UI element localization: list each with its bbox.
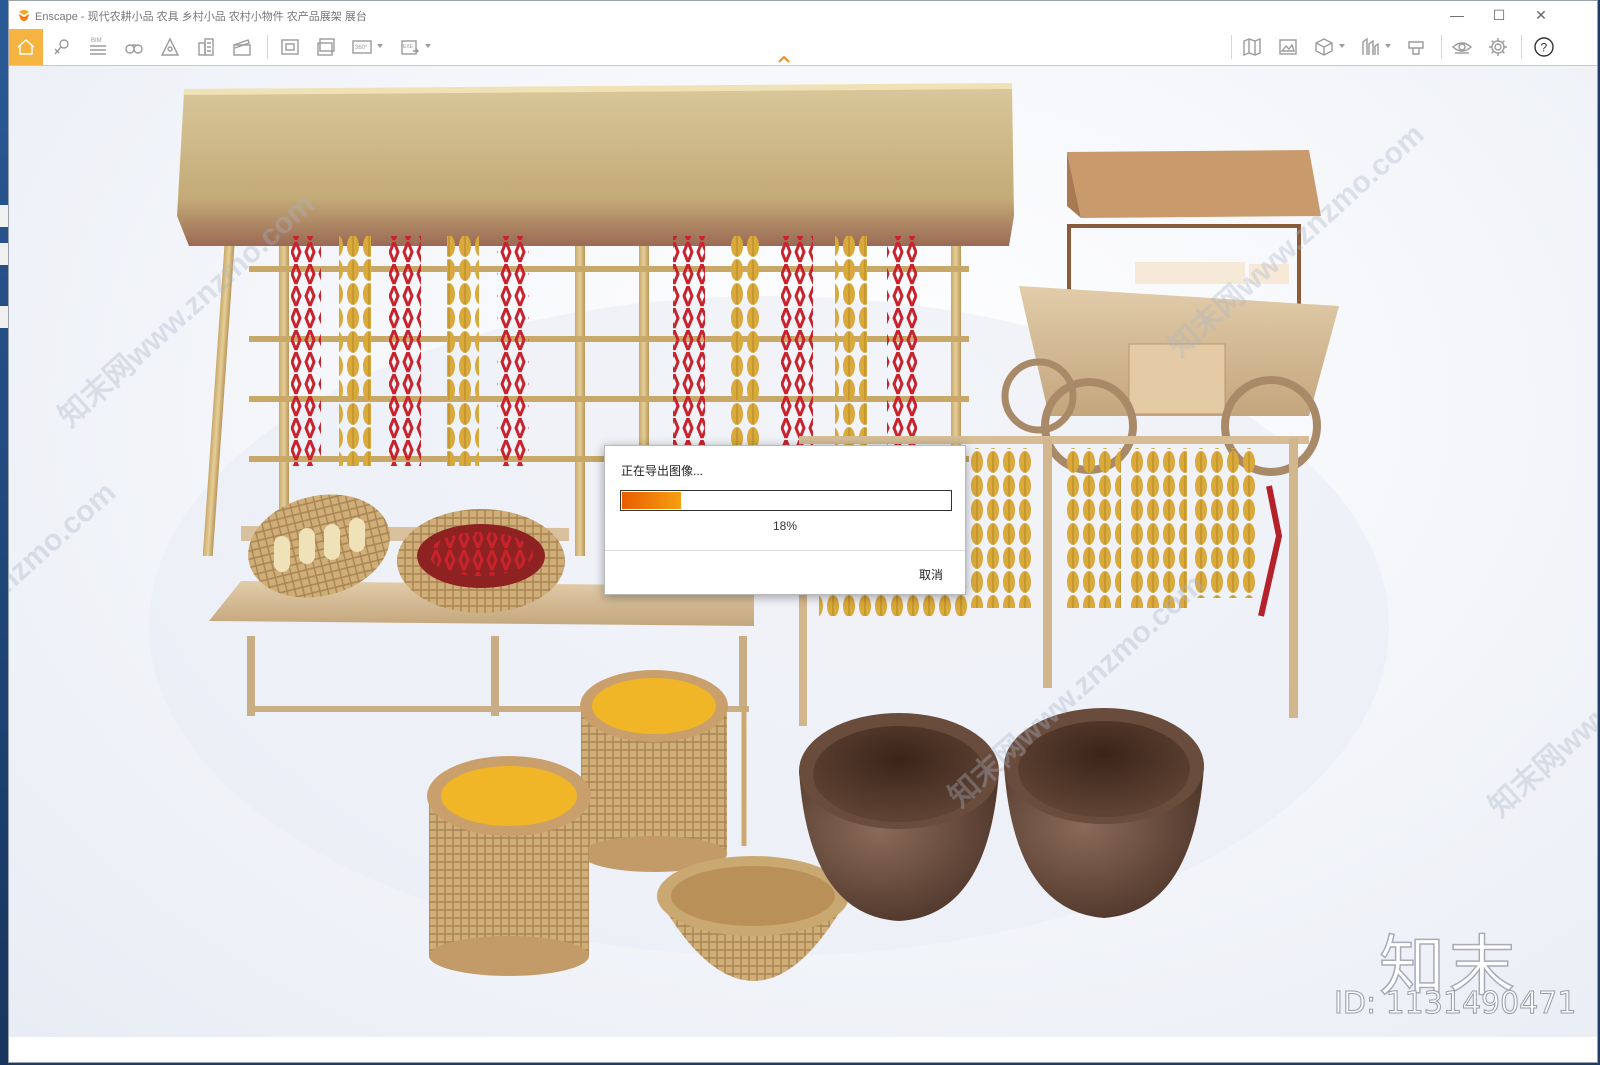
toolbar-separator [267,35,268,59]
batch-render-button[interactable] [309,29,343,65]
orange-basket-back [580,670,728,872]
svg-text:360°: 360° [355,45,368,51]
dialog-divider [605,550,965,551]
views-button[interactable] [1307,29,1345,65]
desktop-chip [0,306,8,328]
minimize-button[interactable]: — [1437,1,1477,29]
progress-bar [620,490,952,511]
panorama-360-icon: 360° [352,40,372,54]
clapper-icon [233,39,251,56]
maximize-button[interactable]: ☐ [1479,1,1519,29]
main-toolbar: BIM 360° EXE ? [9,29,1597,66]
toolbar-collapse-toggle[interactable] [777,51,791,63]
help-button[interactable]: ? [1527,29,1561,65]
settings-icon [1489,38,1507,56]
sync-views-button[interactable] [45,29,79,65]
desktop-chip [0,205,8,227]
batch-render-icon [317,38,335,56]
gallery-button[interactable] [1271,29,1305,65]
video-editor-button[interactable] [225,29,259,65]
asset-library-icon [1362,37,1379,55]
buildings-icon [198,38,214,56]
toolbar-separator [1441,35,1442,59]
chevron-down-icon [377,44,383,48]
home-icon [17,39,35,55]
dialog-title: 正在导出图像... [621,464,704,478]
export-exe-button[interactable]: EXE [393,29,431,65]
perspective-icon [160,37,180,56]
chevron-down-icon [1385,44,1391,48]
export-progress-dialog: 正在导出图像... 18% 取消 [604,445,966,595]
panorama-button[interactable]: 360° [345,29,383,65]
perspective-button[interactable] [153,29,187,65]
home-button[interactable] [9,29,43,65]
material-editor-button[interactable] [1399,29,1433,65]
exe-export-icon: EXE [401,40,419,55]
materials-icon [1408,41,1424,55]
chevron-up-icon [778,55,790,63]
desktop-background-strip [0,0,8,1065]
chevron-down-icon [425,44,431,48]
walk-mode-button[interactable] [117,29,151,65]
screenshot-icon [281,39,299,55]
map-icon [1243,37,1261,57]
image-gallery-icon [1279,39,1297,55]
bim-mode-button[interactable]: BIM [81,29,115,65]
id-watermark: ID: 1131490471 [1333,986,1577,1022]
progress-bar-fill [622,492,681,509]
visual-settings-button[interactable] [1445,29,1479,65]
toolbar-separator [1231,35,1232,59]
pin-icon [54,39,69,55]
visual-settings-icon [1451,42,1473,54]
enscape-logo-icon [19,10,29,21]
chili-basket [397,509,565,613]
render-image-button[interactable] [273,29,307,65]
binoculars-icon [125,44,143,54]
svg-text:?: ? [1541,41,1548,55]
desktop-chip [0,243,8,265]
title-bar[interactable]: Enscape - 现代农耕小品 农具 乡村小品 农村小物件 农产品展架 展台 … [9,1,1597,29]
safe-mode-button[interactable] [189,29,223,65]
cancel-button[interactable]: 取消 [915,564,947,585]
toolbar-separator [1521,35,1522,59]
svg-text:EXE: EXE [403,44,414,50]
help-icon: ? [1534,37,1554,57]
chevron-down-icon [1339,44,1345,48]
svg-text:BIM: BIM [91,38,102,44]
enscape-window: Enscape - 现代农耕小品 农具 乡村小品 农村小物件 农产品展架 展台 … [8,0,1598,1063]
bim-icon: BIM [90,38,106,55]
asset-library-button[interactable] [1353,29,1391,65]
map-button[interactable] [1235,29,1269,65]
progress-percent: 18% [772,519,798,533]
window-title: Enscape - 现代农耕小品 农具 乡村小品 农村小物件 农产品展架 展台 [35,11,367,23]
close-button[interactable]: ✕ [1521,1,1561,29]
general-settings-button[interactable] [1481,29,1515,65]
orange-basket-front [427,756,591,976]
view-cube-icon [1315,38,1333,56]
